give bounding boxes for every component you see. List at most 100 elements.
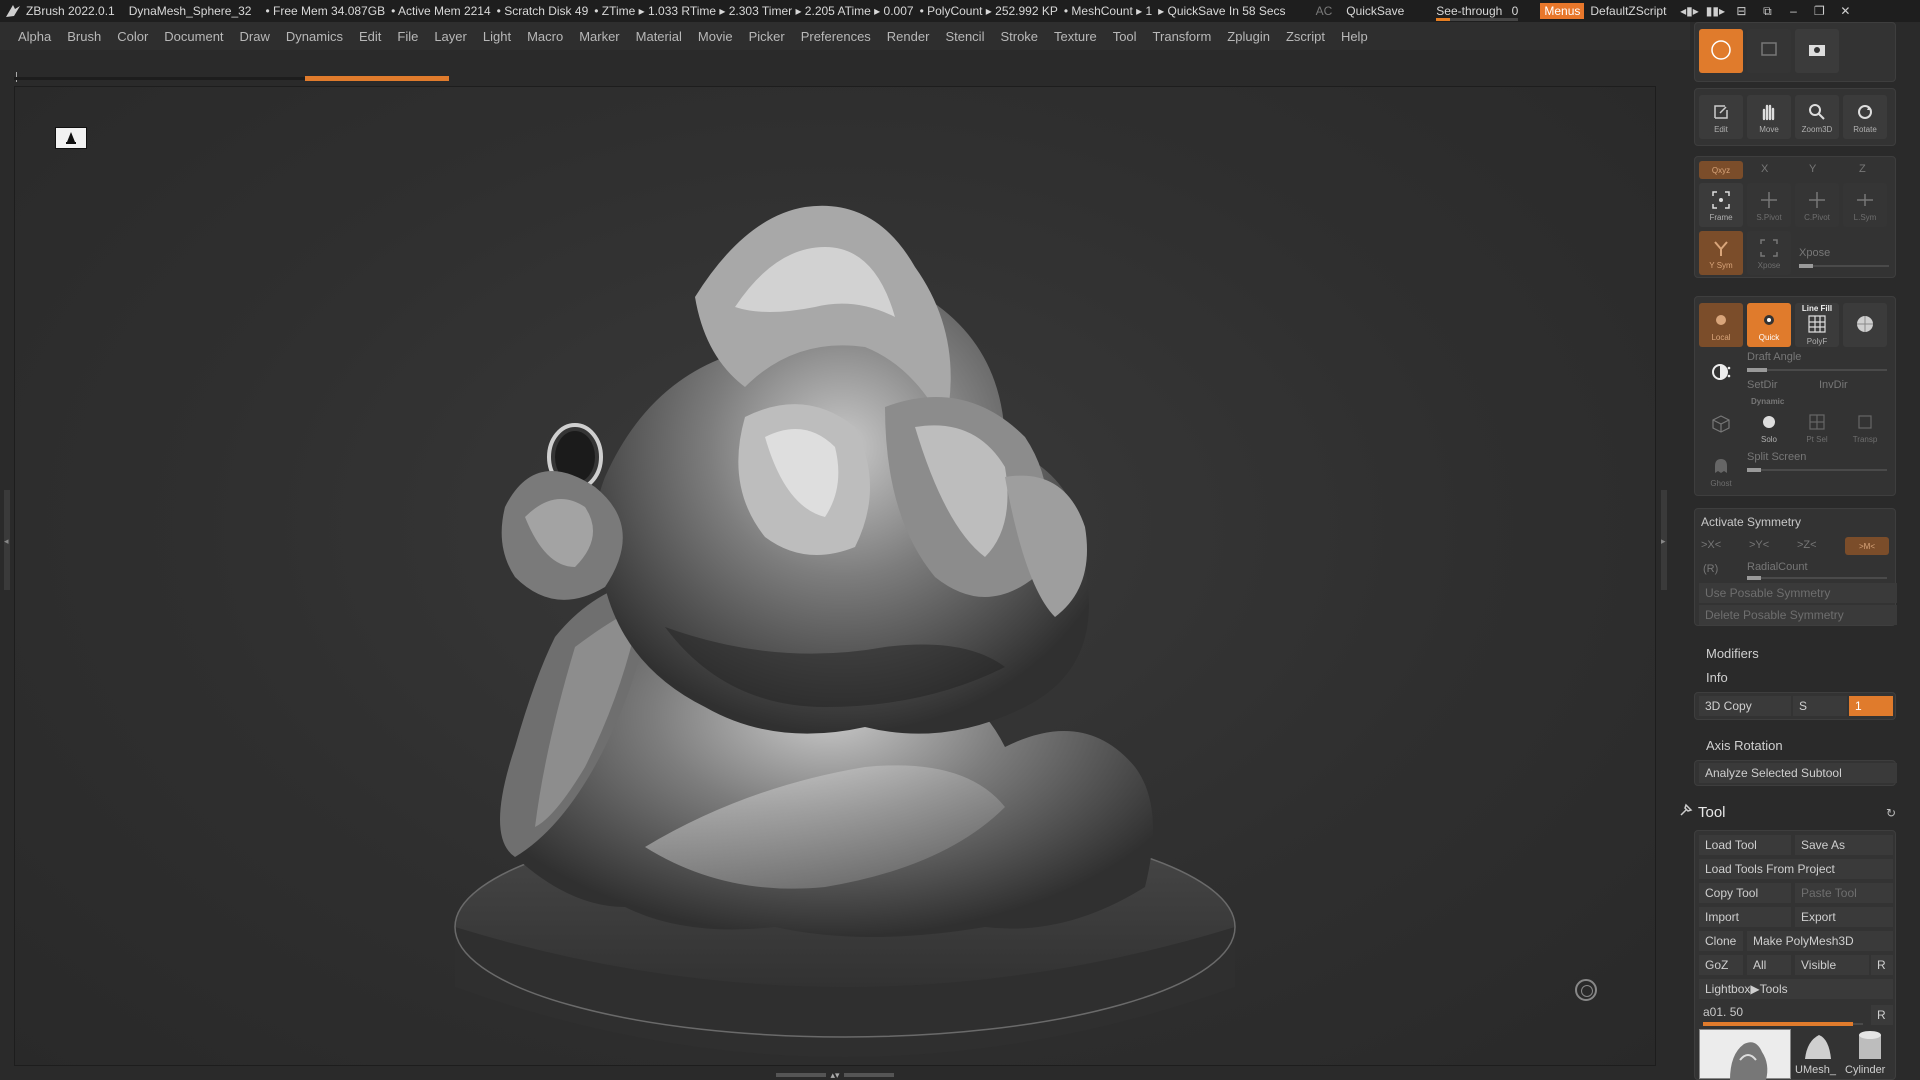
menu-stencil[interactable]: Stencil [937, 29, 992, 44]
menu-draw[interactable]: Draw [232, 29, 278, 44]
copy-tool-button[interactable]: Copy Tool [1699, 883, 1791, 903]
tool-thumbnail-current[interactable] [1699, 1029, 1791, 1080]
s-value-field[interactable]: 1 [1849, 696, 1893, 716]
quick-button[interactable]: Quick [1747, 303, 1791, 347]
menu-file[interactable]: File [389, 29, 426, 44]
use-posable-symmetry-button[interactable]: Use Posable Symmetry [1699, 583, 1897, 603]
save-as-button[interactable]: Save As [1795, 835, 1893, 855]
xpose-button[interactable]: Xpose [1747, 231, 1791, 275]
copy3d-button[interactable]: 3D Copy [1699, 696, 1791, 716]
perspective-icon[interactable] [55, 127, 87, 149]
menu-movie[interactable]: Movie [690, 29, 741, 44]
minimize-icon[interactable]: – [1780, 4, 1806, 19]
polyframe-button[interactable]: Line Fill PolyF [1795, 303, 1839, 347]
ptsel-button[interactable]: Pt Sel [1795, 407, 1839, 447]
menu-color[interactable]: Color [109, 29, 156, 44]
menu-preferences[interactable]: Preferences [793, 29, 879, 44]
import-button[interactable]: Import [1699, 907, 1791, 927]
menu-brush[interactable]: Brush [59, 29, 109, 44]
menu-alpha[interactable]: Alpha [10, 29, 59, 44]
info-header[interactable]: Info [1706, 670, 1728, 685]
sculpt-model[interactable] [445, 147, 1265, 1080]
z-axis-icon[interactable]: Z [1859, 163, 1866, 175]
sym-m-button[interactable]: >M< [1845, 537, 1889, 555]
radialcount-slider[interactable] [1747, 576, 1887, 580]
delete-posable-symmetry-button[interactable]: Delete Posable Symmetry [1699, 605, 1897, 625]
menu-zscript[interactable]: Zscript [1278, 29, 1333, 44]
xpose-slider[interactable] [1799, 264, 1889, 268]
menu-edit[interactable]: Edit [351, 29, 389, 44]
goz-button[interactable]: GoZ [1699, 955, 1743, 975]
menu-dynamics[interactable]: Dynamics [278, 29, 351, 44]
goz-all-button[interactable]: All [1747, 955, 1791, 975]
edit-gizmo-button[interactable] [1747, 29, 1791, 73]
x-axis-icon[interactable]: X [1761, 163, 1768, 175]
navigation-ring-icon[interactable] [1575, 979, 1597, 1001]
ysym-button[interactable]: Y Sym [1699, 231, 1743, 275]
local-button[interactable]: Local [1699, 303, 1743, 347]
ghost-button[interactable]: Ghost [1699, 451, 1743, 491]
move-button[interactable]: Move [1747, 95, 1791, 139]
canvas-viewport[interactable] [14, 86, 1656, 1066]
snapshot-button[interactable] [1795, 29, 1839, 73]
lightbox-material-button[interactable] [1699, 29, 1743, 73]
zoom3d-button[interactable]: Zoom3D [1795, 95, 1839, 139]
clone-button[interactable]: Clone [1699, 931, 1743, 951]
menu-macro[interactable]: Macro [519, 29, 571, 44]
make-polymesh3d-button[interactable]: Make PolyMesh3D [1747, 931, 1893, 951]
default-zscript-button[interactable]: DefaultZScript [1590, 4, 1666, 18]
menu-render[interactable]: Render [879, 29, 938, 44]
frame-button[interactable]: Frame [1699, 183, 1743, 227]
axis-rotation-header[interactable]: Axis Rotation [1706, 738, 1783, 753]
maximize-icon[interactable]: ❐ [1806, 4, 1832, 19]
material-sphere-button[interactable] [1843, 303, 1887, 347]
menu-tool[interactable]: Tool [1105, 29, 1145, 44]
y-axis-icon[interactable]: Y [1809, 163, 1816, 175]
spivot-button[interactable]: S.Pivot [1747, 183, 1791, 227]
tool-pin-icon[interactable] [1678, 802, 1694, 821]
menu-light[interactable]: Light [475, 29, 519, 44]
split-screen-slider[interactable] [1747, 468, 1887, 472]
modifiers-header[interactable]: Modifiers [1706, 646, 1759, 661]
tool-thumbnail-umesh[interactable]: UMesh_ [1795, 1029, 1843, 1079]
layout-a-icon[interactable]: ◂▮▸ [1676, 4, 1702, 19]
layout-d-icon[interactable]: ⧉ [1754, 4, 1780, 19]
tool-palette-header[interactable]: Tool [1698, 804, 1726, 821]
paste-tool-button[interactable]: Paste Tool [1795, 883, 1893, 903]
menu-picker[interactable]: Picker [741, 29, 793, 44]
tool-slider[interactable] [1703, 1022, 1863, 1026]
load-tools-from-project-button[interactable]: Load Tools From Project [1699, 859, 1893, 879]
xyz-rotation-button[interactable]: Qxyz [1699, 161, 1743, 179]
radial-r-button[interactable]: (R) [1703, 563, 1718, 575]
sym-x-button[interactable]: >X< [1701, 539, 1721, 551]
load-tool-button[interactable]: Load Tool [1699, 835, 1791, 855]
ac-button[interactable]: AC [1316, 4, 1333, 18]
bottom-tray-handle[interactable]: ▴▾ [770, 1070, 900, 1080]
solo-button[interactable]: Solo [1747, 407, 1791, 447]
goz-r-button[interactable]: R [1871, 955, 1893, 975]
sym-y-button[interactable]: >Y< [1749, 539, 1769, 551]
tool-thumbnail-cylinder[interactable]: Cylinder [1845, 1029, 1895, 1079]
rotate-button[interactable]: Rotate [1843, 95, 1887, 139]
activate-symmetry-button[interactable]: Activate Symmetry [1701, 515, 1801, 529]
menu-texture[interactable]: Texture [1046, 29, 1105, 44]
reset-icon[interactable]: ↻ [1886, 806, 1896, 820]
goz-visible-button[interactable]: Visible [1795, 955, 1869, 975]
layout-c-icon[interactable]: ⊟ [1728, 4, 1754, 19]
setdir-button[interactable]: SetDir [1747, 379, 1778, 391]
lightbox-tools-button[interactable]: Lightbox▶Tools [1699, 979, 1893, 999]
lsym-button[interactable]: L.Sym [1843, 183, 1887, 227]
menu-layer[interactable]: Layer [426, 29, 475, 44]
menu-material[interactable]: Material [628, 29, 690, 44]
quicksave-button[interactable]: QuickSave [1346, 4, 1404, 18]
tool-r-button[interactable]: R [1871, 1005, 1893, 1025]
menu-stroke[interactable]: Stroke [992, 29, 1046, 44]
analyze-subtool-button[interactable]: Analyze Selected Subtool [1699, 763, 1897, 783]
close-icon[interactable]: ✕ [1832, 4, 1858, 19]
sym-z-button[interactable]: >Z< [1797, 539, 1817, 551]
export-button[interactable]: Export [1795, 907, 1893, 927]
cpivot-button[interactable]: C.Pivot [1795, 183, 1839, 227]
contrast-toggle-button[interactable] [1699, 351, 1743, 395]
see-through-slider[interactable]: See-through 0 [1428, 4, 1526, 21]
invdir-button[interactable]: InvDir [1819, 379, 1848, 391]
